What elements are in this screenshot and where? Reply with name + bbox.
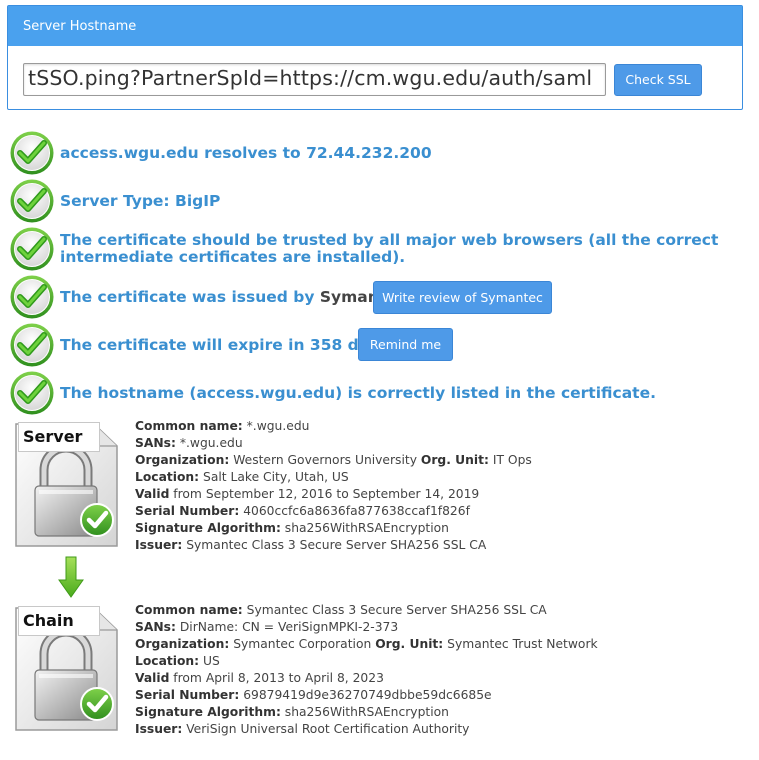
- result-text-prefix: The certificate was issued by: [60, 288, 320, 306]
- serial-number: 69879419d9e36270749dbbe59dc6685e: [243, 688, 492, 702]
- hostname-input[interactable]: tSSO.ping?PartnerSpId=https://cm.wgu.edu…: [23, 63, 606, 96]
- signature-algorithm: sha256WithRSAEncryption: [284, 705, 449, 719]
- check-icon: [9, 322, 55, 368]
- check-icon: [9, 130, 55, 176]
- signature-algorithm: sha256WithRSAEncryption: [284, 521, 449, 535]
- chain-cert-details: Common name: Symantec Class 3 Secure Ser…: [135, 603, 598, 736]
- check-icon: [9, 226, 55, 272]
- remind-me-button[interactable]: Remind me: [358, 328, 453, 361]
- result-row-hostname-listed: The hostname (access.wgu.edu) is correct…: [9, 370, 754, 416]
- sans: DirName: CN = VeriSignMPKI-2-373: [179, 620, 399, 634]
- serial-number: 4060ccfc6a8636fa877638ccaf1f826f: [243, 504, 470, 518]
- org-unit: Symantec Trust Network: [447, 637, 598, 651]
- common-name: *.wgu.edu: [246, 419, 310, 433]
- hostname-panel: Server Hostname tSSO.ping?PartnerSpId=ht…: [7, 5, 743, 110]
- result-row-server-type: Server Type: BigIP: [9, 178, 754, 224]
- check-ssl-button[interactable]: Check SSL: [614, 64, 702, 96]
- result-text: The certificate should be trusted by all…: [60, 231, 719, 266]
- write-review-button[interactable]: Write review of Symantec: [373, 281, 552, 314]
- organization: Western Governors University: [233, 453, 417, 467]
- arrow-down-icon: [58, 556, 84, 598]
- check-icon: [9, 274, 55, 320]
- result-text: The certificate was issued by Symantec.: [60, 289, 412, 306]
- organization: Symantec Corporation: [233, 637, 372, 651]
- result-text: Server Type: BigIP: [60, 192, 221, 210]
- panel-title: Server Hostname: [8, 6, 742, 46]
- result-row-issuer: The certificate was issued by Symantec. …: [9, 274, 754, 320]
- server-cert-icon: Server: [14, 418, 119, 548]
- sans: *.wgu.edu: [179, 436, 243, 450]
- result-text: The hostname (access.wgu.edu) is correct…: [60, 384, 656, 402]
- location: Salt Lake City, Utah, US: [203, 470, 349, 484]
- issuer: VeriSign Universal Root Certification Au…: [186, 722, 470, 736]
- result-text: access.wgu.edu resolves to 72.44.232.200: [60, 144, 432, 162]
- cert-badge: Server: [18, 422, 100, 452]
- org-unit: IT Ops: [492, 453, 532, 467]
- chain-cert-icon: Chain: [14, 602, 119, 732]
- cert-badge: Chain: [18, 606, 100, 636]
- result-row-expiry: The certificate will expire in 358 days.…: [9, 322, 754, 368]
- result-text: The certificate will expire in 358 days.: [60, 336, 394, 354]
- result-row-trusted: The certificate should be trusted by all…: [9, 226, 754, 272]
- check-icon: [9, 178, 55, 224]
- issuer: Symantec Class 3 Secure Server SHA256 SS…: [186, 538, 487, 552]
- server-cert-details: Common name: *.wgu.edu SANs: *.wgu.edu O…: [135, 419, 532, 552]
- valid-range: from April 8, 2013 to April 8, 2023: [173, 671, 384, 685]
- check-icon: [9, 370, 55, 416]
- common-name: Symantec Class 3 Secure Server SHA256 SS…: [246, 603, 547, 617]
- location: US: [203, 654, 220, 668]
- result-row-resolves: access.wgu.edu resolves to 72.44.232.200: [9, 130, 754, 176]
- valid-range: from September 12, 2016 to September 14,…: [173, 487, 480, 501]
